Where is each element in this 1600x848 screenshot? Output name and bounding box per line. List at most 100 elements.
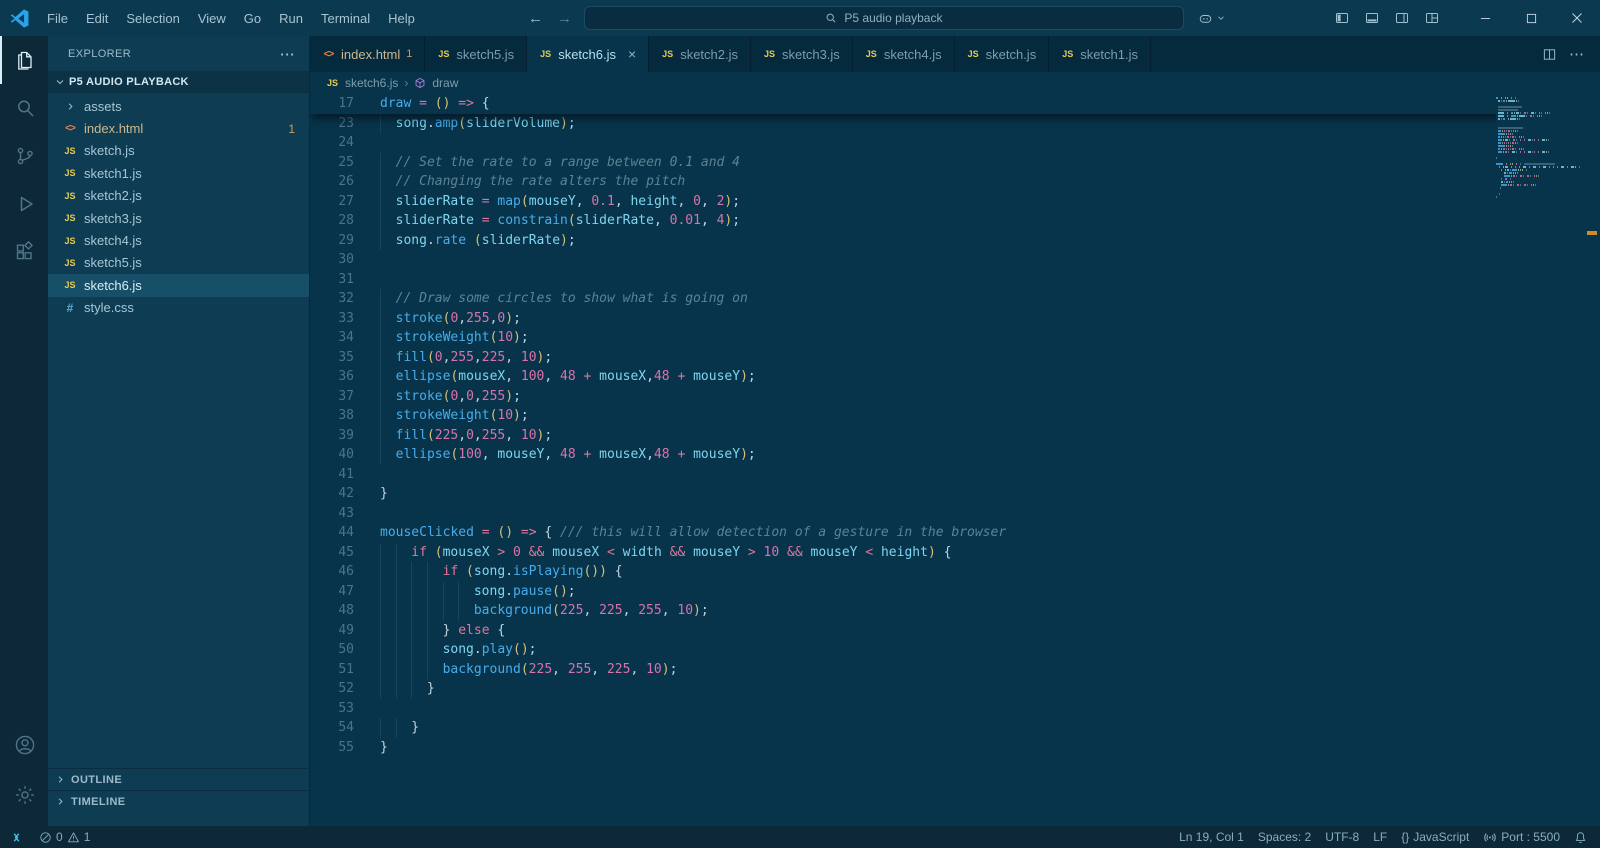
more-editor-actions-icon[interactable]: ⋯: [1569, 45, 1584, 63]
line-number[interactable]: 41: [310, 465, 380, 485]
code-line[interactable]: 26 // Changing the rate alters the pitch: [310, 172, 1600, 192]
code-line[interactable]: 53: [310, 699, 1600, 719]
line-number[interactable]: 32: [310, 289, 380, 309]
line-number[interactable]: 26: [310, 172, 380, 192]
code-line[interactable]: 43: [310, 504, 1600, 524]
menu-run[interactable]: Run: [270, 7, 312, 30]
minimap[interactable]: [1496, 94, 1584, 826]
code-line[interactable]: 38 strokeWeight(10);: [310, 406, 1600, 426]
status-live-server-port[interactable]: Port : 5500: [1476, 826, 1567, 848]
toggle-primary-sidebar-icon[interactable]: [1328, 5, 1356, 31]
code-line[interactable]: 42}: [310, 484, 1600, 504]
code-line[interactable]: 27 sliderRate = map(mouseY, 0.1, height,…: [310, 192, 1600, 212]
customize-layout-icon[interactable]: [1418, 5, 1446, 31]
maximize-button[interactable]: [1508, 0, 1554, 36]
line-number[interactable]: 30: [310, 250, 380, 270]
status-encoding[interactable]: UTF-8: [1318, 826, 1366, 848]
lines-area[interactable]: 23 song.amp(sliderVolume); 24 25 // Set th…: [310, 114, 1600, 758]
code-line[interactable]: 47 song.pause();: [310, 582, 1600, 602]
minimize-button[interactable]: [1462, 0, 1508, 36]
go-back-icon[interactable]: ←: [526, 10, 545, 27]
file-sketch5.js[interactable]: JS sketch5.js: [48, 252, 309, 274]
search-icon[interactable]: [0, 84, 48, 132]
extensions-icon[interactable]: [0, 228, 48, 276]
file-assets[interactable]: assets: [48, 95, 309, 117]
close-tab-icon[interactable]: ×: [628, 47, 636, 61]
code-line[interactable]: 50 song.play();: [310, 640, 1600, 660]
line-number[interactable]: 44: [310, 523, 380, 543]
line-number[interactable]: 17: [310, 94, 380, 114]
toggle-secondary-sidebar-icon[interactable]: [1388, 5, 1416, 31]
file-style.css[interactable]: # style.css: [48, 297, 309, 319]
file-sketch6.js[interactable]: JS sketch6.js: [48, 274, 309, 297]
menu-terminal[interactable]: Terminal: [312, 7, 379, 30]
code-line[interactable]: 46 if (song.isPlaying()) {: [310, 562, 1600, 582]
tab-sketch6.js[interactable]: JS sketch6.js ×: [527, 36, 650, 72]
line-number[interactable]: 48: [310, 601, 380, 621]
code-line[interactable]: 32 // Draw some circles to show what is …: [310, 289, 1600, 309]
line-number[interactable]: 46: [310, 562, 380, 582]
status-indentation[interactable]: Spaces: 2: [1251, 826, 1318, 848]
go-forward-icon[interactable]: →: [555, 10, 574, 27]
line-number[interactable]: 43: [310, 504, 380, 524]
split-editor-icon[interactable]: [1542, 47, 1557, 62]
toggle-panel-icon[interactable]: [1358, 5, 1386, 31]
tab-sketch3.js[interactable]: JS sketch3.js: [751, 36, 853, 72]
line-number[interactable]: 40: [310, 445, 380, 465]
explorer-icon[interactable]: [0, 36, 48, 84]
code-line[interactable]: 39 fill(225,0,255, 10);: [310, 426, 1600, 446]
outline-section[interactable]: OUTLINE: [48, 768, 309, 790]
views-and-more-actions-icon[interactable]: ⋯: [280, 45, 295, 63]
accounts-icon[interactable]: [0, 720, 48, 770]
tab-sketch2.js[interactable]: JS sketch2.js: [649, 36, 751, 72]
line-number[interactable]: 27: [310, 192, 380, 212]
project-root-folder[interactable]: P5 AUDIO PLAYBACK: [48, 71, 309, 93]
line-number[interactable]: 34: [310, 328, 380, 348]
code-line[interactable]: 54 }: [310, 718, 1600, 738]
file-index.html[interactable]: <> index.html 1: [48, 117, 309, 139]
line-number[interactable]: 31: [310, 270, 380, 290]
code-line[interactable]: 24: [310, 133, 1600, 153]
line-number[interactable]: 25: [310, 153, 380, 173]
code-line[interactable]: 45 if (mouseX > 0 && mouseX < width && m…: [310, 543, 1600, 563]
line-number[interactable]: 45: [310, 543, 380, 563]
timeline-section[interactable]: TIMELINE: [48, 790, 309, 812]
breadcrumb-symbol[interactable]: draw: [432, 76, 458, 90]
line-number[interactable]: 38: [310, 406, 380, 426]
file-sketch2.js[interactable]: JS sketch2.js: [48, 185, 309, 207]
menu-selection[interactable]: Selection: [117, 7, 188, 30]
line-number[interactable]: 29: [310, 231, 380, 251]
line-number[interactable]: 42: [310, 484, 380, 504]
code-line[interactable]: 37 stroke(0,0,255);: [310, 387, 1600, 407]
code-line[interactable]: 33 stroke(0,255,0);: [310, 309, 1600, 329]
run-and-debug-icon[interactable]: [0, 180, 48, 228]
line-number[interactable]: 50: [310, 640, 380, 660]
line-number[interactable]: 51: [310, 660, 380, 680]
menu-help[interactable]: Help: [379, 7, 424, 30]
code-line[interactable]: 49 } else {: [310, 621, 1600, 641]
code-line[interactable]: 52 }: [310, 679, 1600, 699]
line-number[interactable]: 49: [310, 621, 380, 641]
code-editor[interactable]: 17 draw = () => { 23 song.amp(sliderVolum…: [310, 94, 1600, 826]
code-line[interactable]: 36 ellipse(mouseX, 100, 48 + mouseX,48 +…: [310, 367, 1600, 387]
problems-button[interactable]: 0 1: [32, 826, 97, 848]
settings-icon[interactable]: [0, 770, 48, 820]
line-number[interactable]: 23: [310, 114, 380, 134]
line-number[interactable]: 52: [310, 679, 380, 699]
code-line[interactable]: 29 song.rate (sliderRate);: [310, 231, 1600, 251]
status-notifications[interactable]: [1567, 826, 1594, 848]
code-line[interactable]: 51 background(225, 255, 225, 10);: [310, 660, 1600, 680]
menu-edit[interactable]: Edit: [77, 7, 117, 30]
code-line[interactable]: 41: [310, 465, 1600, 485]
file-sketch4.js[interactable]: JS sketch4.js: [48, 229, 309, 251]
tab-sketch5.js[interactable]: JS sketch5.js: [425, 36, 528, 72]
code-line[interactable]: 23 song.amp(sliderVolume);: [310, 114, 1600, 134]
code-line[interactable]: 48 background(225, 225, 255, 10);: [310, 601, 1600, 621]
command-center-search[interactable]: P5 audio playback: [583, 6, 1184, 30]
line-number[interactable]: 54: [310, 718, 380, 738]
close-button[interactable]: [1554, 0, 1600, 36]
line-number[interactable]: 33: [310, 309, 380, 329]
tab-sketch.js[interactable]: JS sketch.js: [954, 36, 1050, 72]
source-control-icon[interactable]: [0, 132, 48, 180]
line-number[interactable]: 55: [310, 738, 380, 758]
